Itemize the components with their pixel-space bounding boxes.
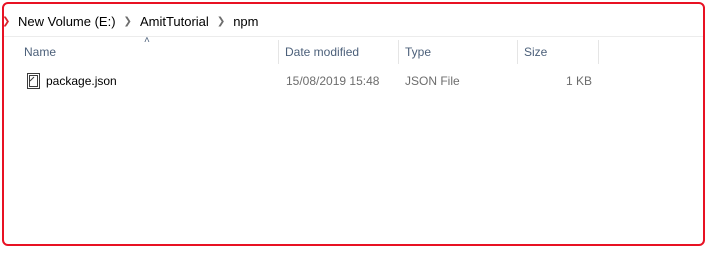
chevron-right-icon[interactable]: ❯ [120, 16, 136, 27]
column-header-size-label: Size [524, 45, 548, 59]
column-header-type[interactable]: Type [399, 38, 517, 66]
column-header-date-modified[interactable]: Date modified [279, 38, 399, 66]
explorer-window: ❯ New Volume (E:) ❯ AmitTutorial ❯ npm ˄… [2, 2, 705, 246]
file-row[interactable]: package.json 15/08/2019 15:48 JSON File … [18, 69, 604, 93]
file-date-modified: 15/08/2019 15:48 [286, 74, 380, 88]
json-file-icon [27, 73, 40, 89]
divider [4, 36, 703, 37]
breadcrumb: ❯ New Volume (E:) ❯ AmitTutorial ❯ npm [2, 10, 704, 32]
chevron-right-icon: ❯ [2, 15, 11, 27]
column-divider[interactable] [598, 40, 599, 64]
column-header-size[interactable]: Size [518, 38, 598, 66]
file-name: package.json [46, 74, 117, 88]
file-size: 1 KB [565, 74, 592, 88]
chevron-right-icon[interactable]: ❯ [213, 16, 229, 27]
column-header-date-modified-label: Date modified [285, 45, 360, 59]
column-header-name[interactable]: Name [18, 38, 278, 66]
breadcrumb-item-folder[interactable]: AmitTutorial [136, 14, 213, 29]
breadcrumb-item-drive[interactable]: New Volume (E:) [14, 14, 120, 29]
file-type: JSON File [405, 74, 460, 88]
column-header-name-label: Name [24, 45, 57, 59]
column-header-type-label: Type [405, 45, 432, 59]
column-header-row: ˄ Name Date modified Type Size [4, 36, 704, 66]
breadcrumb-item-current[interactable]: npm [229, 14, 262, 29]
